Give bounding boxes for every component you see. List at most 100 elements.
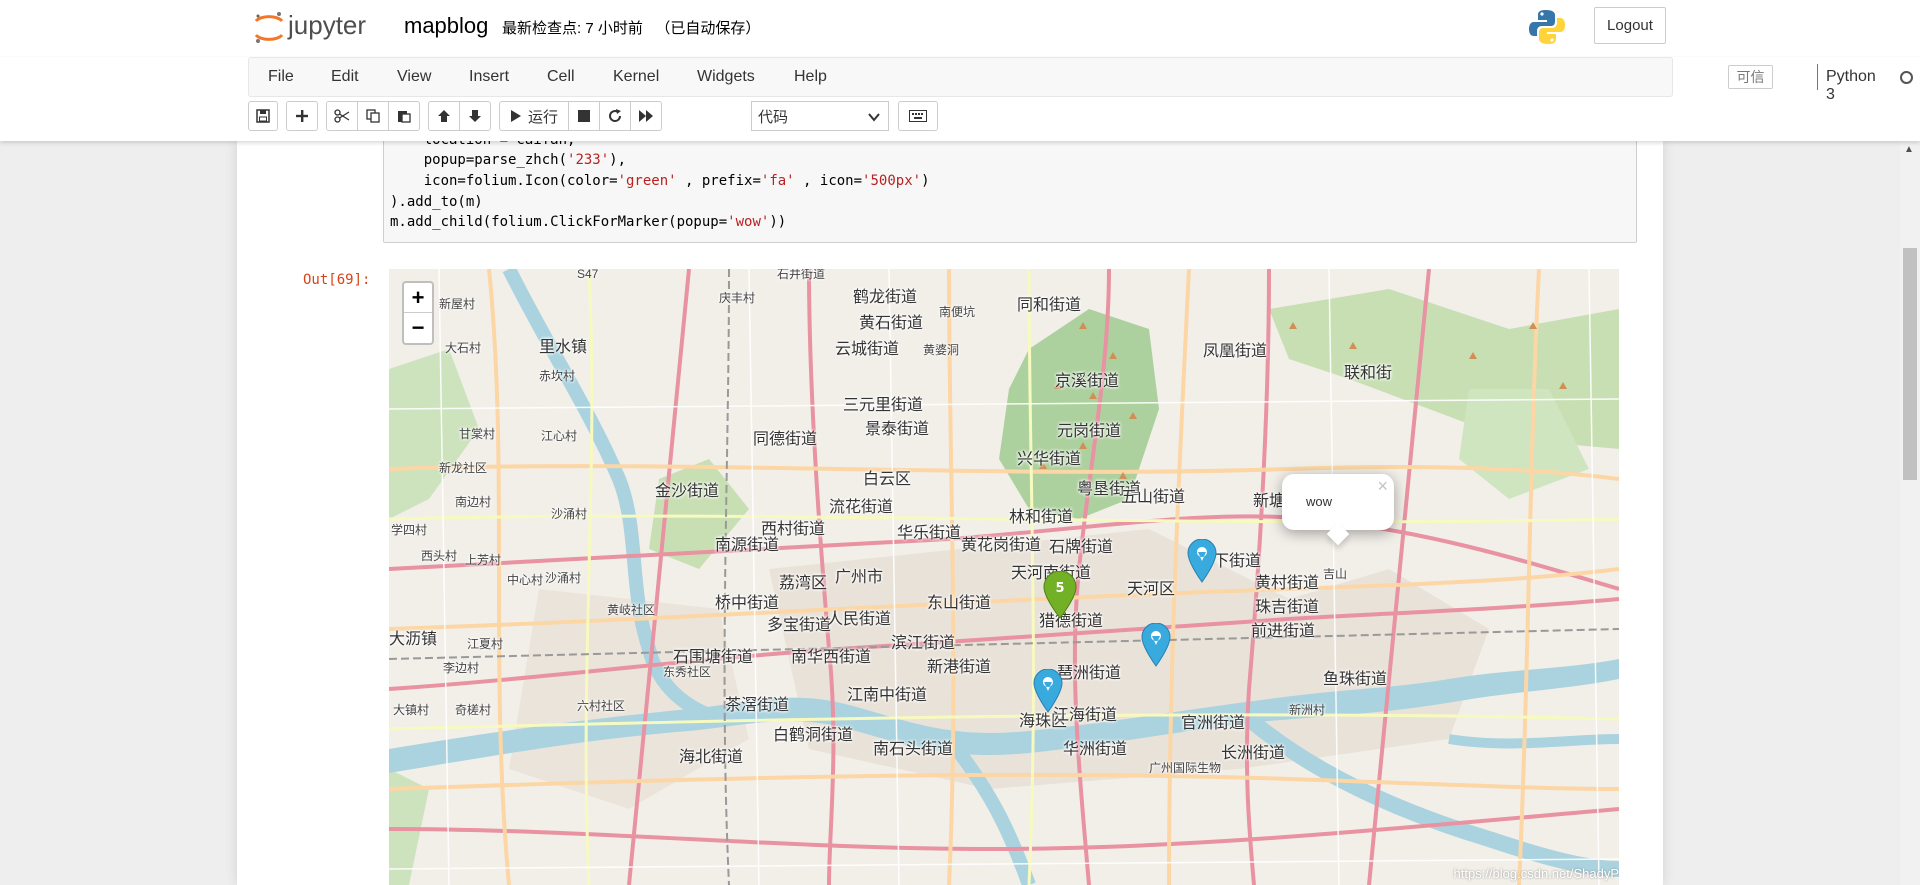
menu-kernel[interactable]: Kernel	[613, 68, 659, 86]
menu-edit[interactable]: Edit	[331, 68, 359, 86]
map-place-label: 前进街道	[1251, 623, 1316, 640]
map-place-label: 大沥镇	[389, 631, 438, 648]
map-marker-blue[interactable]	[1187, 538, 1217, 588]
map-place-label: 六村社区	[577, 699, 626, 713]
map-place-label: 官洲街道	[1181, 715, 1246, 732]
map-place-label: 广州市	[835, 569, 884, 586]
menu-widgets[interactable]: Widgets	[697, 68, 755, 86]
map-place-label: 奇槎村	[455, 703, 492, 717]
brand-text: jupyter	[287, 10, 366, 40]
map-place-label: 五山街道	[1121, 489, 1186, 506]
menu-view[interactable]: View	[397, 68, 431, 86]
popup-text: wow	[1306, 494, 1333, 509]
jupyter-logo[interactable]: jupyter	[252, 8, 386, 48]
map-place-label: 东山街道	[927, 595, 992, 612]
zoom-control: + −	[402, 281, 434, 345]
cut-button[interactable]	[326, 101, 358, 131]
map-place-label: S47	[577, 269, 599, 281]
notebook-name[interactable]: mapblog	[404, 13, 488, 39]
map-place-label: 沙涌村	[551, 507, 588, 521]
map-place-label: 新港街道	[927, 659, 992, 676]
map-place-label: 甘棠村	[459, 427, 496, 441]
zoom-in-button[interactable]: +	[404, 283, 432, 313]
paste-icon	[398, 111, 411, 123]
menu-insert[interactable]: Insert	[469, 68, 509, 86]
map-place-label: 赤坎村	[539, 369, 576, 383]
map-place-label: 流花街道	[829, 499, 894, 516]
map-place-label: 人民街道	[827, 611, 892, 628]
map-place-label: 庆丰村	[719, 291, 756, 305]
arrow-up-icon	[438, 110, 450, 122]
map-place-label: 江南中街道	[847, 687, 928, 704]
menu-help[interactable]: Help	[794, 68, 827, 86]
map-place-label: 桥中街道	[715, 595, 780, 612]
map-place-label: 联和街	[1344, 365, 1393, 382]
map-place-label: 云城街道	[835, 341, 900, 358]
restart-run-all-button[interactable]	[630, 101, 662, 131]
code-cell-input[interactable]: location = caifan, popup=parse_zhch('233…	[383, 131, 1637, 243]
code-line: popup=parse_zhch('233'),	[390, 152, 627, 168]
floppy-icon	[256, 109, 270, 123]
zoom-out-button[interactable]: −	[404, 313, 432, 343]
map-place-label: 石牌街道	[1049, 539, 1114, 556]
map-place-label: 大镇村	[393, 703, 430, 717]
move-down-button[interactable]	[459, 101, 491, 131]
map-marker-green[interactable]: 5	[1043, 570, 1077, 624]
map-place-label: 白云区	[863, 471, 912, 488]
scissors-icon	[334, 109, 350, 123]
logout-button[interactable]: Logout	[1594, 7, 1666, 44]
move-up-button[interactable]	[428, 101, 460, 131]
map-marker-blue[interactable]	[1033, 668, 1063, 718]
menu-cell[interactable]: Cell	[547, 68, 575, 86]
kernel-idle-indicator	[1900, 71, 1913, 84]
folium-map[interactable]: 石井街道 S47 庆丰村 鹤龙街道 同和街道 新屋村 黄石街道 南便坑 大石村 里水镇 凤凰街道 云城…	[389, 269, 1619, 885]
paste-button[interactable]	[388, 101, 420, 131]
copy-icon	[366, 109, 380, 123]
500px-icon: 5	[1043, 570, 1077, 619]
map-place-label: 黄婆洞	[923, 343, 960, 357]
restart-icon	[609, 109, 622, 122]
map-place-label: 茶滘街道	[725, 697, 790, 714]
popup-close-button[interactable]: ×	[1377, 476, 1388, 497]
map-place-label: 石井街道	[777, 269, 826, 281]
map-place-label: 长洲街道	[1221, 745, 1286, 762]
map-place-label: 同和街道	[1017, 297, 1082, 314]
arrow-down-icon	[469, 110, 481, 122]
map-place-label: 江夏村	[467, 637, 504, 651]
insert-cell-button[interactable]	[286, 101, 318, 131]
map-place-label: 南石头街道	[873, 741, 954, 758]
restart-button[interactable]	[599, 101, 631, 131]
svg-text:5: 5	[1055, 581, 1064, 596]
run-label: 运行	[527, 108, 558, 126]
python-logo-icon	[1528, 8, 1566, 46]
map-place-label: 东秀社区	[663, 665, 712, 679]
interrupt-button[interactable]	[568, 101, 600, 131]
scroll-up-arrow-icon[interactable]: ▲	[1904, 144, 1914, 155]
map-place-label: 学四村	[391, 523, 428, 537]
map-place-label: 新龙社区	[439, 461, 488, 475]
copy-button[interactable]	[357, 101, 389, 131]
map-pin-icon	[1141, 622, 1171, 667]
map-pin-icon	[1187, 538, 1217, 583]
command-palette-button[interactable]	[898, 101, 938, 131]
kernel-name[interactable]: Python 3	[1826, 68, 1876, 104]
stop-icon	[578, 110, 590, 122]
attribution-watermark: https://blog.csdn.net/ShadyP	[1453, 866, 1620, 881]
cell-type-select[interactable]: 代码	[751, 101, 889, 131]
trusted-badge[interactable]: 可信	[1728, 65, 1773, 89]
map-place-label: 鹤龙街道	[853, 289, 918, 306]
save-button[interactable]	[248, 101, 278, 131]
map-place-label: 黄石街道	[859, 315, 924, 332]
menu-file[interactable]: File	[268, 68, 294, 86]
map-place-label: 海北街道	[679, 749, 744, 766]
run-button[interactable]: 运行	[499, 101, 569, 131]
output-prompt: Out[69]:	[303, 272, 371, 288]
code-line: icon=folium.Icon(color='green' , prefix=…	[390, 173, 930, 189]
map-place-label: 中心村	[507, 573, 544, 587]
map-place-label: 元岗街道	[1057, 423, 1122, 440]
code-line: ).add_to(m)	[390, 194, 483, 210]
map-place-label: 华洲街道	[1063, 741, 1128, 758]
scrollbar-thumb[interactable]	[1903, 248, 1917, 480]
map-marker-blue[interactable]	[1141, 622, 1171, 672]
kernel-separator	[1817, 64, 1818, 90]
